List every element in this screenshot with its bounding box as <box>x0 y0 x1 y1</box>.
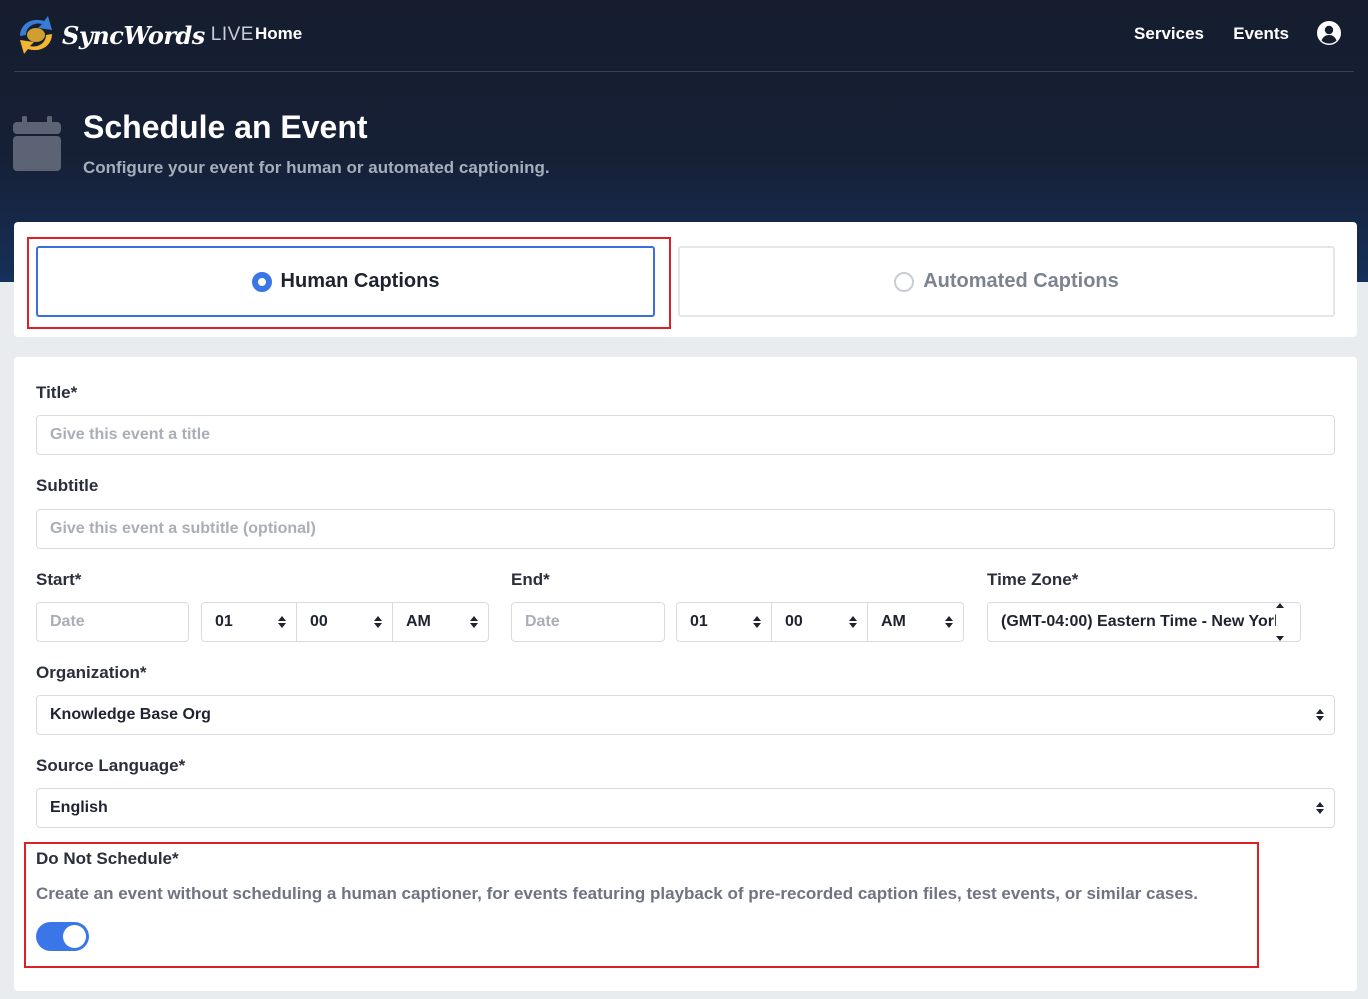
start-date-input[interactable]: Date <box>36 602 189 642</box>
end-hour-select[interactable]: 01 <box>676 602 772 642</box>
do-not-schedule-toggle[interactable] <box>36 922 89 951</box>
select-caret-icon <box>753 616 761 628</box>
select-caret-icon <box>849 616 857 628</box>
page-subtitle: Configure your event for human or automa… <box>83 158 550 177</box>
brand-logo-link[interactable]: SyncWords LIVE <box>14 14 254 56</box>
source-language-value: English <box>50 799 108 816</box>
select-caret-icon <box>1276 603 1296 641</box>
radio-checked-icon[interactable] <box>251 271 272 292</box>
start-ampm-select[interactable]: AM <box>393 602 489 642</box>
timezone-label: Time Zone* <box>987 570 1079 589</box>
end-date-input[interactable]: Date <box>511 602 665 642</box>
radio-unchecked-icon[interactable] <box>894 271 915 292</box>
human-captions-label: Human Captions <box>280 270 440 292</box>
end-minute-select[interactable]: 00 <box>772 602 868 642</box>
select-caret-icon <box>278 616 286 628</box>
organization-select[interactable]: Knowledge Base Org <box>36 695 1335 735</box>
automated-captions-option[interactable]: Automated Captions <box>678 246 1335 317</box>
organization-label: Organization* <box>36 663 147 682</box>
timezone-value: (GMT-04:00) Eastern Time - New York <box>1001 613 1283 630</box>
select-caret-icon <box>1316 709 1324 721</box>
title-label: Title* <box>36 383 78 402</box>
source-language-select[interactable]: English <box>36 788 1335 828</box>
calendar-icon <box>13 116 61 171</box>
start-minute-value: 00 <box>310 613 328 630</box>
source-language-label: Source Language* <box>36 756 186 775</box>
syncwords-logo-icon <box>20 16 52 54</box>
do-not-schedule-label: Do Not Schedule* <box>36 849 179 868</box>
caption-type-card: Human Captions Automated Captions <box>14 222 1357 337</box>
subtitle-label: Subtitle <box>36 476 99 495</box>
toggle-knob <box>63 925 86 948</box>
end-label: End* <box>511 570 550 589</box>
title-input[interactable]: Give this event a title <box>36 415 1335 455</box>
brand-suffix: LIVE <box>210 24 254 45</box>
end-ampm-select[interactable]: AM <box>868 602 964 642</box>
select-caret-icon <box>374 616 382 628</box>
nav-home-link[interactable]: Home <box>255 24 302 44</box>
select-caret-icon <box>945 616 953 628</box>
start-hour-select[interactable]: 01 <box>201 602 297 642</box>
do-not-schedule-help: Create an event without scheduling a hum… <box>36 884 1198 903</box>
nav-events-link[interactable]: Events <box>1233 24 1289 44</box>
event-form: Title* Give this event a title Subtitle … <box>14 357 1357 991</box>
subtitle-input[interactable]: Give this event a subtitle (optional) <box>36 509 1335 549</box>
start-minute-select[interactable]: 00 <box>297 602 393 642</box>
nav-services-link[interactable]: Services <box>1134 24 1204 44</box>
start-hour-value: 01 <box>215 613 233 630</box>
select-caret-icon <box>1316 802 1324 814</box>
user-circle-icon[interactable] <box>1316 20 1342 46</box>
navbar: SyncWords LIVE Home Services Events <box>14 0 1354 72</box>
brand-name: SyncWords <box>62 20 205 50</box>
select-caret-icon <box>470 616 478 628</box>
start-ampm-value: AM <box>406 613 431 630</box>
human-captions-option[interactable]: Human Captions <box>36 246 655 317</box>
end-hour-value: 01 <box>690 613 708 630</box>
organization-value: Knowledge Base Org <box>50 706 211 723</box>
end-minute-value: 00 <box>785 613 803 630</box>
timezone-select[interactable]: (GMT-04:00) Eastern Time - New York <box>987 602 1301 642</box>
page-title: Schedule an Event <box>83 109 368 145</box>
end-ampm-value: AM <box>881 613 906 630</box>
automated-captions-label: Automated Captions <box>923 270 1119 292</box>
start-label: Start* <box>36 570 82 589</box>
